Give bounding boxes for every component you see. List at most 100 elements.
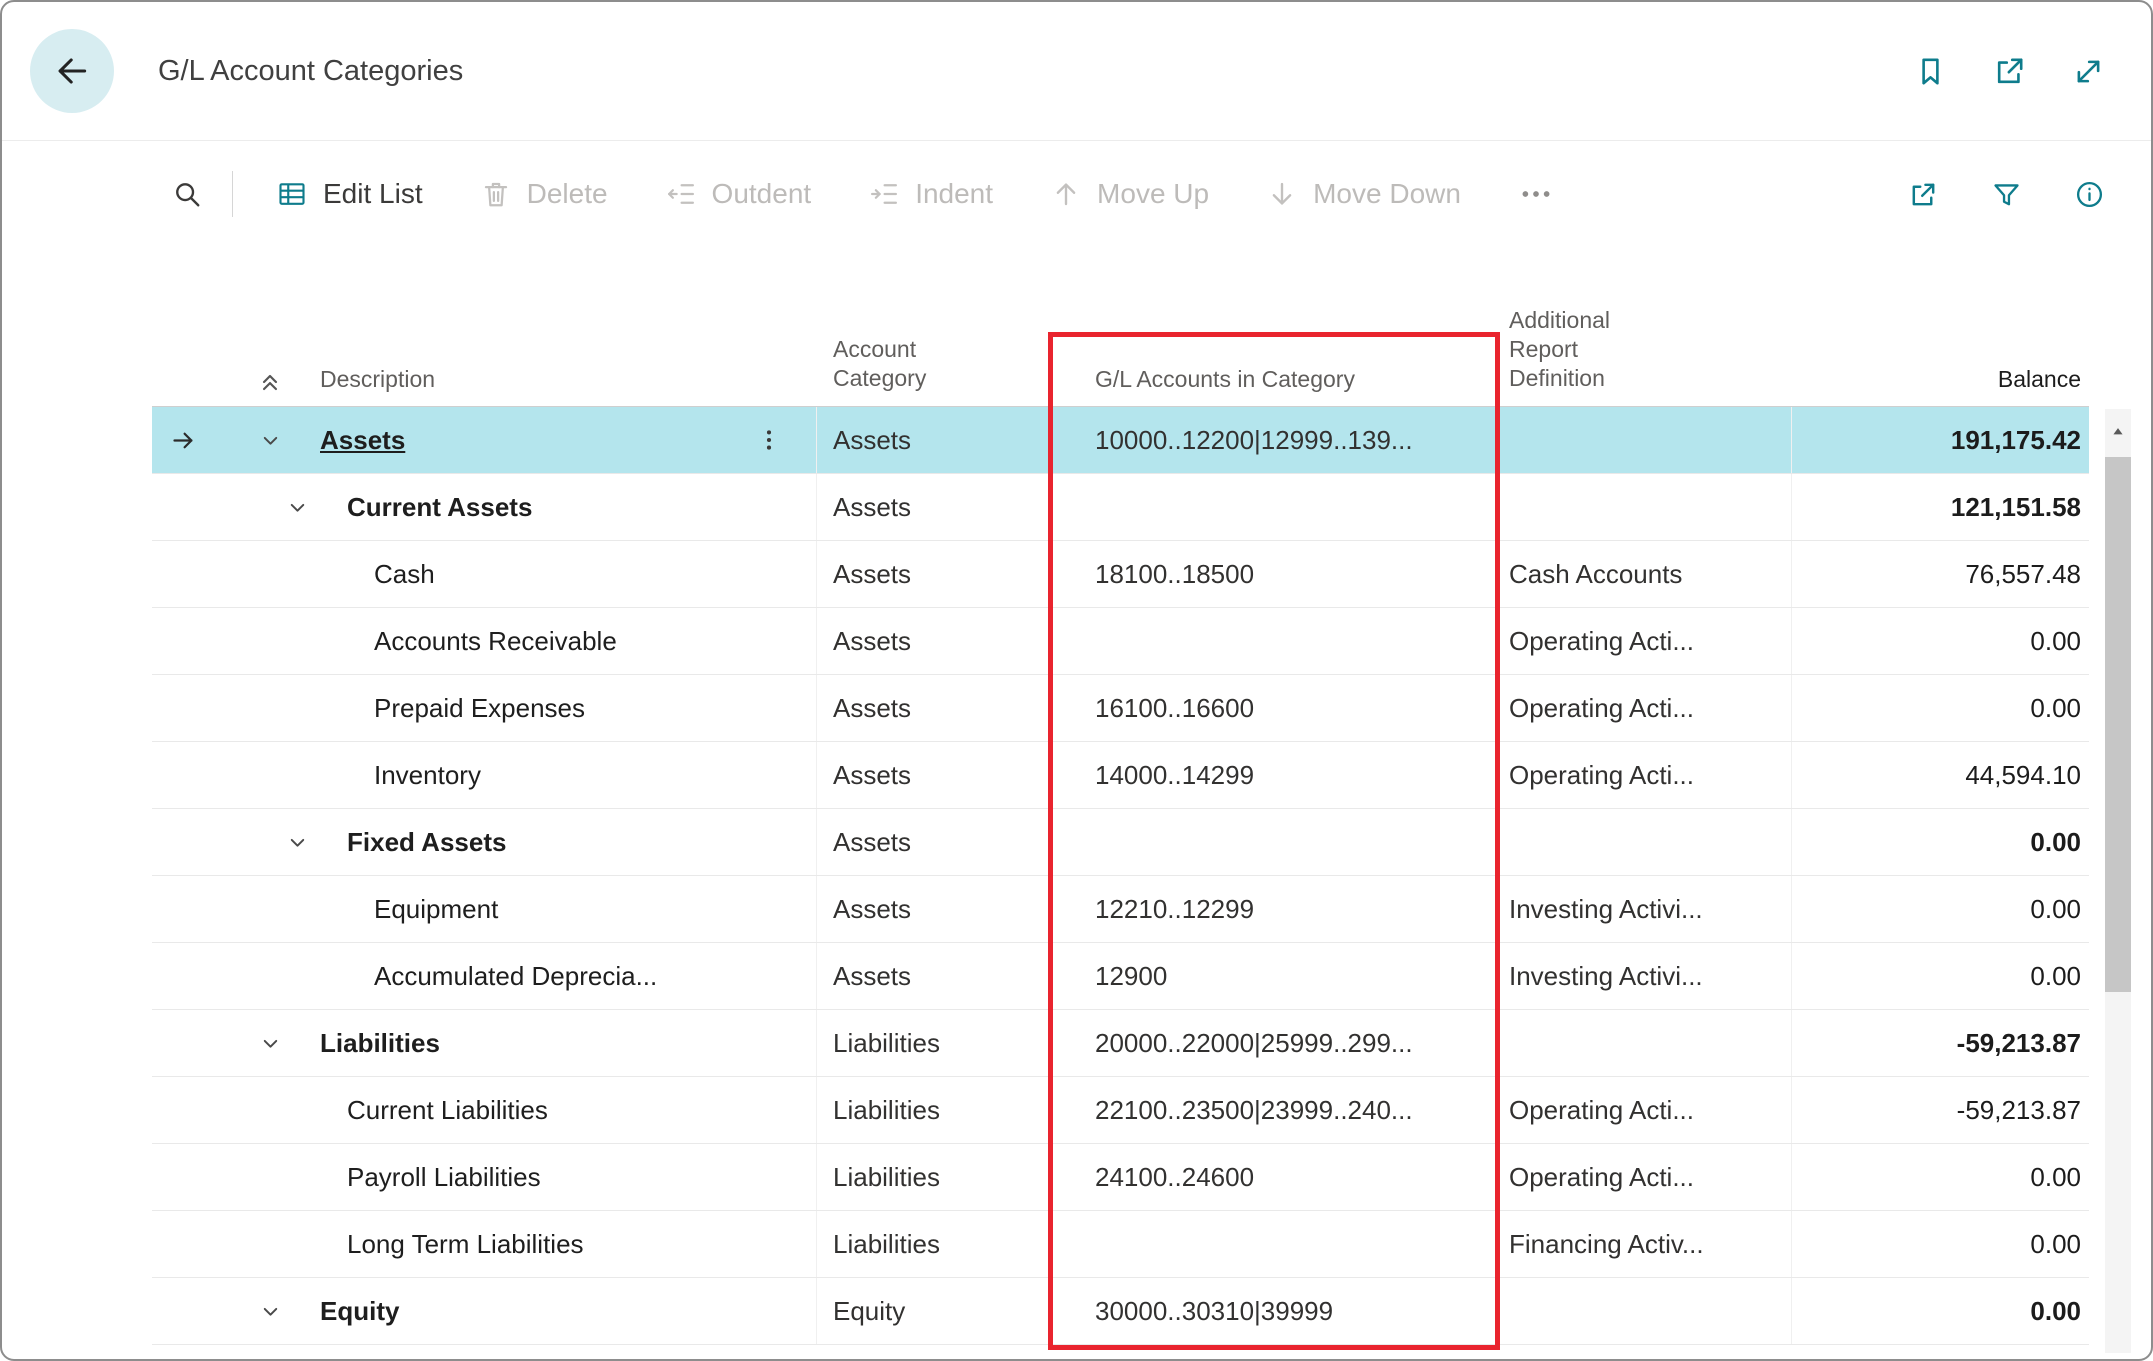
table-row[interactable]: Current Liabilities Liabilities 22100..2… (152, 1077, 2089, 1144)
description-cell[interactable]: Assets (320, 425, 405, 456)
column-header-additional-report-definition[interactable]: Additional Report Definition (1509, 306, 1631, 393)
description-cell[interactable]: Fixed Assets (347, 827, 506, 858)
balance-cell[interactable]: 191,175.42 (1792, 407, 2089, 473)
table-row[interactable]: Prepaid Expenses Assets 16100..16600 Ope… (152, 675, 2089, 742)
balance-cell[interactable]: 121,151.58 (1792, 474, 2089, 540)
table-row[interactable]: Current Assets Assets 121,151.58 (152, 474, 2089, 541)
chevron-down-icon[interactable] (253, 1300, 287, 1323)
table-row[interactable]: Payroll Liabilities Liabilities 24100..2… (152, 1144, 2089, 1211)
table-row[interactable]: Cash Assets 18100..18500 Cash Accounts 7… (152, 541, 2089, 608)
description-cell[interactable]: Accounts Receivable (374, 626, 617, 657)
description-cell[interactable]: Equity (320, 1296, 399, 1327)
chevron-down-icon[interactable] (280, 831, 314, 854)
table-row[interactable]: Inventory Assets 14000..14299 Operating … (152, 742, 2089, 809)
gl-accounts-cell[interactable]: 24100..24600 (1050, 1144, 1499, 1210)
report-definition-cell[interactable]: Operating Acti... (1499, 1077, 1792, 1143)
balance-cell[interactable]: 0.00 (1792, 1211, 2089, 1277)
table-row[interactable]: Fixed Assets Assets 0.00 (152, 809, 2089, 876)
balance-cell[interactable]: -59,213.87 (1792, 1077, 2089, 1143)
report-definition-cell[interactable] (1499, 1278, 1792, 1344)
column-header-description[interactable]: Description (320, 366, 435, 393)
gl-accounts-cell[interactable]: 30000..30310|39999 (1050, 1278, 1499, 1344)
gl-accounts-cell[interactable]: 18100..18500 (1050, 541, 1499, 607)
vertical-scrollbar[interactable] (2105, 409, 2131, 1353)
column-header-balance[interactable]: Balance (1998, 366, 2081, 393)
table-row[interactable]: Accumulated Deprecia... Assets 12900 Inv… (152, 943, 2089, 1010)
gl-accounts-cell[interactable]: 14000..14299 (1050, 742, 1499, 808)
report-definition-cell[interactable]: Operating Acti... (1499, 675, 1792, 741)
more-actions-button[interactable] (1519, 177, 1553, 211)
account-category-cell[interactable]: Liabilities (817, 1077, 1050, 1143)
info-button[interactable] (2074, 179, 2105, 210)
description-cell[interactable]: Liabilities (320, 1028, 440, 1059)
report-definition-cell[interactable]: Investing Activi... (1499, 943, 1792, 1009)
report-definition-cell[interactable]: Operating Acti... (1499, 1144, 1792, 1210)
table-row[interactable]: Assets Assets 10000..12200|12999..139...… (152, 407, 2089, 474)
gl-accounts-cell[interactable]: 12210..12299 (1050, 876, 1499, 942)
account-category-cell[interactable]: Assets (817, 742, 1050, 808)
account-category-cell[interactable]: Liabilities (817, 1144, 1050, 1210)
description-cell[interactable]: Cash (374, 559, 435, 590)
report-definition-cell[interactable]: Operating Acti... (1499, 608, 1792, 674)
table-row[interactable]: Accounts Receivable Assets Operating Act… (152, 608, 2089, 675)
gl-accounts-cell[interactable] (1050, 608, 1499, 674)
gl-accounts-cell[interactable] (1050, 474, 1499, 540)
row-options-button[interactable] (756, 427, 782, 453)
account-category-cell[interactable]: Assets (817, 407, 1050, 473)
column-header-gl-accounts[interactable]: G/L Accounts in Category (1095, 366, 1355, 393)
description-cell[interactable]: Equipment (374, 894, 498, 925)
gl-accounts-cell[interactable]: 20000..22000|25999..299... (1050, 1010, 1499, 1076)
balance-cell[interactable]: 0.00 (1792, 876, 2089, 942)
balance-cell[interactable]: 0.00 (1792, 943, 2089, 1009)
search-button[interactable] (172, 179, 202, 209)
balance-cell[interactable]: 0.00 (1792, 1278, 2089, 1344)
report-definition-cell[interactable]: Operating Acti... (1499, 742, 1792, 808)
table-row[interactable]: Equipment Assets 12210..12299 Investing … (152, 876, 2089, 943)
gl-accounts-cell[interactable]: 22100..23500|23999..240... (1050, 1077, 1499, 1143)
edit-list-button[interactable]: Edit List (277, 178, 423, 210)
report-definition-cell[interactable]: Financing Activ... (1499, 1211, 1792, 1277)
account-category-cell[interactable]: Liabilities (817, 1211, 1050, 1277)
balance-cell[interactable]: 44,594.10 (1792, 742, 2089, 808)
description-cell[interactable]: Current Liabilities (347, 1095, 548, 1126)
account-category-cell[interactable]: Assets (817, 876, 1050, 942)
balance-cell[interactable]: 0.00 (1792, 608, 2089, 674)
balance-cell[interactable]: 0.00 (1792, 1144, 2089, 1210)
table-row[interactable]: Long Term Liabilities Liabilities Financ… (152, 1211, 2089, 1278)
chevron-down-icon[interactable] (253, 1032, 287, 1055)
account-category-cell[interactable]: Liabilities (817, 1010, 1050, 1076)
filter-button[interactable] (1991, 179, 2022, 210)
gl-accounts-cell[interactable]: 12900 (1050, 943, 1499, 1009)
account-category-cell[interactable]: Assets (817, 943, 1050, 1009)
scrollbar-up-button[interactable] (2105, 409, 2131, 453)
bookmark-button[interactable] (1914, 55, 1947, 88)
account-category-cell[interactable]: Assets (817, 675, 1050, 741)
gl-accounts-cell[interactable] (1050, 809, 1499, 875)
description-cell[interactable]: Current Assets (347, 492, 532, 523)
back-button[interactable] (30, 29, 114, 113)
balance-cell[interactable]: 0.00 (1792, 675, 2089, 741)
report-definition-cell[interactable]: Cash Accounts (1499, 541, 1792, 607)
description-cell[interactable]: Prepaid Expenses (374, 693, 585, 724)
table-row[interactable]: Liabilities Liabilities 20000..22000|259… (152, 1010, 2089, 1077)
description-cell[interactable]: Accumulated Deprecia... (374, 961, 657, 992)
expand-page-button[interactable] (2072, 55, 2105, 88)
description-cell[interactable]: Payroll Liabilities (347, 1162, 541, 1193)
description-cell[interactable]: Long Term Liabilities (347, 1229, 584, 1260)
report-definition-cell[interactable] (1499, 474, 1792, 540)
chevron-down-icon[interactable] (253, 429, 287, 452)
gl-accounts-cell[interactable] (1050, 1211, 1499, 1277)
report-definition-cell[interactable] (1499, 809, 1792, 875)
share-button[interactable] (1908, 179, 1939, 210)
gl-accounts-cell[interactable]: 10000..12200|12999..139... (1050, 407, 1499, 473)
scrollbar-thumb[interactable] (2105, 457, 2131, 992)
report-definition-cell[interactable] (1499, 1010, 1792, 1076)
gl-accounts-cell[interactable]: 16100..16600 (1050, 675, 1499, 741)
column-header-account-category[interactable]: Account Category (833, 335, 955, 393)
description-cell[interactable]: Inventory (374, 760, 481, 791)
open-in-new-window-button[interactable] (1993, 55, 2026, 88)
balance-cell[interactable]: 0.00 (1792, 809, 2089, 875)
table-row[interactable]: Equity Equity 30000..30310|39999 0.00 (152, 1278, 2089, 1345)
account-category-cell[interactable]: Assets (817, 474, 1050, 540)
balance-cell[interactable]: 76,557.48 (1792, 541, 2089, 607)
